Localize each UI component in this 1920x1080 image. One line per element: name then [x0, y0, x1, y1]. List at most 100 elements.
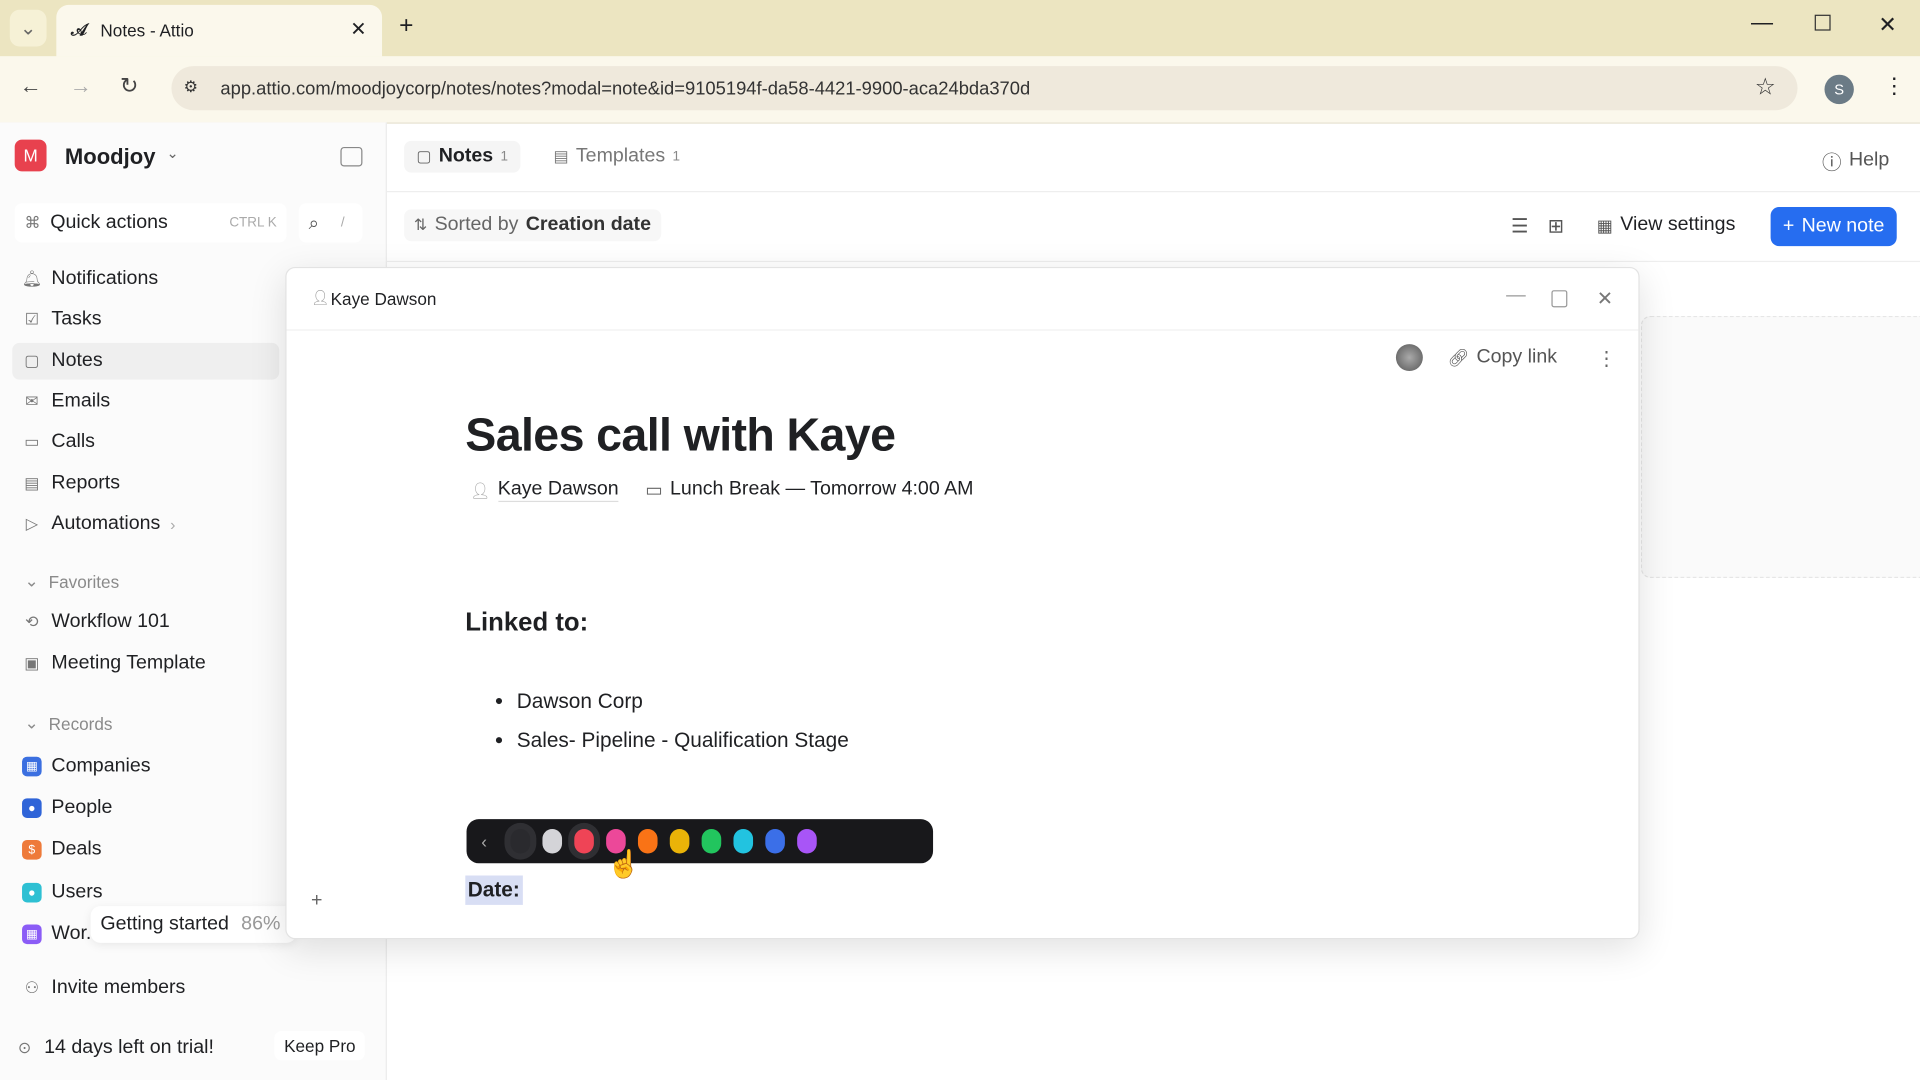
copy-link-label: Copy link [1476, 346, 1558, 368]
favorite-workflow-101[interactable]: ⟲ Workflow 101 [22, 611, 170, 633]
nav-label: Workflow 101 [51, 611, 170, 632]
tab-search-icon[interactable]: ⌄ [9, 9, 47, 47]
new-tab-icon[interactable]: + [399, 12, 413, 40]
quick-actions-label: Quick actions [50, 211, 168, 233]
quick-actions-shortcut: CTRL K [229, 215, 277, 231]
close-modal-icon[interactable]: ✕ [1597, 287, 1613, 311]
chevron-down-icon[interactable]: ⌄ [167, 144, 179, 161]
minimize-modal-icon[interactable]: — [1506, 285, 1526, 307]
forward-icon[interactable]: → [70, 73, 92, 99]
records-section-toggle[interactable]: ⌄ Records [24, 713, 112, 734]
url-text[interactable]: app.attio.com/moodjoycorp/notes/notes?mo… [220, 78, 1030, 99]
linked-list: Dawson Corp Sales- Pipeline - Qualificat… [465, 682, 849, 760]
collaborator-avatar[interactable] [1395, 344, 1423, 372]
video-icon: ▭ [24, 432, 40, 451]
sidebar-item-automations[interactable]: ▷ Automations › [22, 513, 176, 535]
reload-icon[interactable]: ↻ [120, 73, 138, 99]
browser-menu-icon[interactable]: ⋮ [1883, 73, 1905, 99]
modal-breadcrumb[interactable]: Kaye Dawson [331, 289, 437, 309]
color-swatch-purple[interactable] [797, 828, 817, 854]
record-workspaces[interactable]: ▦ Wor. [22, 923, 91, 945]
date-label[interactable]: Date: [465, 875, 523, 905]
view-settings-button[interactable]: ▦ View settings [1597, 214, 1736, 236]
help-button[interactable]: ⓘ Help [1822, 146, 1889, 175]
plus-icon: + [1782, 215, 1795, 237]
linked-meeting-chip[interactable]: ▭ Lunch Break — Tomorrow 4:00 AM [645, 479, 973, 501]
nav-label: Notes [51, 350, 103, 372]
close-tab-icon[interactable]: ✕ [350, 17, 366, 41]
favorite-meeting-template[interactable]: ▣ Meeting Template [22, 653, 206, 675]
search-icon: ⌕ [308, 212, 319, 234]
sidebar-item-notifications[interactable]: 🔔︎ Notifications [22, 268, 158, 290]
list-view-icon[interactable]: ☰ [1511, 214, 1529, 238]
color-swatch-red[interactable] [574, 828, 594, 854]
getting-started-progress: 86% [241, 913, 281, 935]
search-button[interactable]: ⌕ / [298, 203, 363, 243]
add-block-icon[interactable]: + [311, 890, 322, 912]
bookmark-star-icon[interactable]: ☆ [1755, 73, 1776, 101]
hand-cursor-icon: ☝ [607, 848, 641, 880]
sidebar-item-calls[interactable]: ▭ Calls [22, 431, 95, 453]
color-swatch-default[interactable] [510, 828, 531, 854]
back-icon[interactable]: ← [20, 73, 42, 99]
sidebar-item-tasks[interactable]: ☑ Tasks [22, 309, 102, 331]
sort-prefix: Sorted by [434, 214, 519, 236]
getting-started-popup[interactable]: Getting started 86% [90, 906, 297, 943]
color-swatch-cyan[interactable] [733, 828, 754, 854]
expand-modal-icon[interactable] [1551, 290, 1568, 308]
color-swatch-gray[interactable] [542, 828, 563, 854]
sort-button[interactable]: ⇅ Sorted by Creation date [404, 209, 661, 242]
record-companies[interactable]: ▦ Companies [22, 756, 151, 778]
nav-label: Calls [51, 431, 95, 452]
invite-members-button[interactable]: ⚇ Invite members [22, 977, 186, 999]
url-bar[interactable]: ⚙ app.attio.com/moodjoycorp/notes/notes?… [171, 66, 1798, 111]
note-title[interactable]: Sales call with Kaye [465, 410, 896, 463]
help-label: Help [1848, 149, 1890, 171]
record-deals[interactable]: $ Deals [22, 839, 102, 861]
list-item[interactable]: Sales- Pipeline - Qualification Stage [517, 721, 849, 760]
nav-label: Invite members [51, 977, 186, 998]
sidebar-item-notes[interactable]: ▢ Notes [22, 350, 103, 372]
favorites-section-toggle[interactable]: ⌄ Favorites [24, 571, 119, 592]
calendar-icon: ▭ [645, 480, 663, 501]
search-shortcut: / [340, 215, 345, 231]
person-icon: 👤︎ [470, 480, 491, 499]
sidebar-toggle-icon[interactable] [340, 146, 363, 167]
restore-icon[interactable] [1814, 14, 1831, 31]
grid-icon: ▦ [22, 924, 42, 945]
site-info-icon[interactable]: ⚙ [184, 77, 198, 97]
copy-link-button[interactable]: 🔗︎ Copy link [1447, 347, 1557, 369]
tab-templates[interactable]: ▤ Templates 1 [553, 146, 680, 168]
workspace-switcher[interactable]: Moodjoy [65, 144, 156, 170]
getting-started-label: Getting started [100, 913, 229, 935]
linked-person-chip[interactable]: 👤︎ Kaye Dawson [470, 479, 619, 503]
minimize-icon[interactable]: — [1751, 10, 1773, 36]
keep-pro-button[interactable]: Keep Pro [274, 1031, 366, 1061]
sort-field: Creation date [525, 214, 651, 236]
record-users[interactable]: ● Users [22, 882, 103, 904]
window-close-icon[interactable]: ✕ [1878, 12, 1896, 38]
more-options-icon[interactable]: ⋮ [1597, 347, 1617, 371]
tab-notes[interactable]: ▢ Notes 1 [404, 140, 521, 173]
list-item[interactable]: Dawson Corp [517, 682, 849, 721]
color-swatch-blue[interactable] [765, 828, 785, 854]
sidebar-item-emails[interactable]: ✉ Emails [22, 391, 110, 413]
person-icon: 👤︎ [311, 288, 330, 307]
record-people[interactable]: ● People [22, 797, 112, 819]
grid-view-icon[interactable]: ⊞ [1548, 214, 1564, 238]
chevron-left-icon[interactable]: ‹ [481, 831, 498, 851]
note-card-placeholder [1640, 315, 1920, 578]
color-swatch-yellow[interactable] [669, 828, 690, 854]
sidebar-item-reports[interactable]: ▤ Reports [22, 473, 120, 495]
note-modal: 👤︎ Kaye Dawson — ✕ 🔗︎ Copy link ⋮ Sales c… [285, 266, 1640, 940]
quick-actions-button[interactable]: ⌘ Quick actions CTRL K [14, 203, 287, 243]
color-swatch-green[interactable] [701, 828, 722, 854]
new-note-label: New note [1801, 215, 1885, 237]
profile-avatar[interactable]: S [1824, 74, 1854, 105]
person-name: Kaye Dawson [497, 479, 619, 503]
new-note-button[interactable]: + New note [1770, 206, 1897, 247]
link-icon: 🔗︎ [1447, 347, 1470, 367]
browser-tab[interactable]: 𝒜 Notes - Attio ✕ [56, 4, 383, 57]
help-icon: ⓘ [1822, 153, 1842, 174]
linked-heading[interactable]: Linked to: [465, 609, 588, 638]
